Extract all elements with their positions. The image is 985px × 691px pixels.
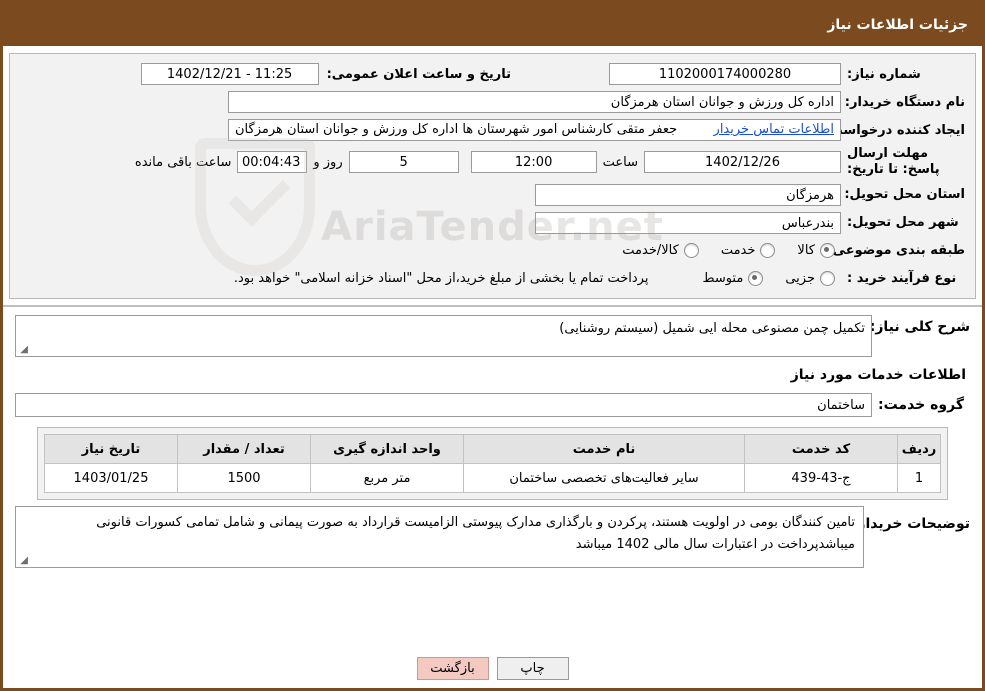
buyer-org-label: نام دستگاه خریدار: <box>844 94 965 110</box>
requester-value: جعفر متقی کارشناس امور شهرستان ها اداره … <box>235 122 678 137</box>
back-button[interactable]: بازگشت <box>416 657 489 680</box>
table-row: 1 ج-43-439 سایر فعالیت‌های تخصصی ساختمان… <box>44 463 941 493</box>
cell-unit: متر مربع <box>310 463 464 493</box>
purchase-type-radio-group: جزیی متوسط <box>684 271 835 286</box>
row-province: استان محل تحویل: هرمزگان <box>20 183 965 207</box>
radio-icon[interactable] <box>748 271 764 286</box>
page-header: جزئیات اطلاعات نیاز <box>3 3 982 46</box>
summary-textarea[interactable]: تکمیل چمن مصنوعی محله ایی شمیل (سیستم رو… <box>15 315 872 357</box>
buyer-notes-label: توضیحات خریدار: <box>851 516 970 532</box>
province-label: استان محل تحویل: <box>844 187 965 202</box>
province-value: هرمزگان <box>535 183 841 206</box>
deadline-time-value: 12:00 <box>470 151 597 174</box>
buyer-notes-textarea[interactable]: تامین کنندگان بومی در اولویت هستند، پرکر… <box>15 506 864 568</box>
row-need-number: شماره نیاز: 1102000174000280 تاریخ و ساع… <box>20 62 965 86</box>
row-requester: ایجاد کننده درخواست: اطلاعات تماس خریدار… <box>20 118 965 142</box>
row-buyer-org: نام دستگاه خریدار: اداره کل ورزش و جوانا… <box>20 90 965 114</box>
page-title: جزئیات اطلاعات نیاز <box>827 16 968 33</box>
page-root: جزئیات اطلاعات نیاز AriaTender.net شماره… <box>0 0 985 691</box>
category-option-label: کالا <box>797 243 815 258</box>
radio-icon[interactable] <box>820 243 835 258</box>
cell-row: 1 <box>897 463 941 493</box>
row-city: شهر محل تحویل: بندرعباس <box>20 211 965 235</box>
announce-datetime-label: تاریخ و ساعت اعلان عمومی: <box>326 66 511 82</box>
row-buyer-notes: توضیحات خریدار: تامین کنندگان بومی در او… <box>15 506 970 568</box>
category-option-kala-khedmat[interactable]: کالا/خدمت <box>622 243 699 258</box>
resize-grip-icon[interactable]: ◢ <box>18 556 28 566</box>
th-unit: واحد اندازه گیری <box>310 434 464 464</box>
cell-name: سایر فعالیت‌های تخصصی ساختمان <box>463 463 745 493</box>
services-info-title: اطلاعات خدمات مورد نیاز <box>790 367 966 383</box>
buyer-notes-text: تامین کنندگان بومی در اولویت هستند، پرکر… <box>96 515 855 553</box>
category-option-label: کالا/خدمت <box>622 243 679 258</box>
table-header-row: ردیف کد خدمت نام خدمت واحد اندازه گیری ت… <box>44 434 941 464</box>
summary-label: شرح کلی نیاز: <box>869 319 970 335</box>
row-purchase-type: نوع فرآیند خرید : جزیی متوسط پرداخت تمام… <box>20 267 965 291</box>
th-name: نام خدمت <box>463 434 745 464</box>
purchase-note: پرداخت تمام یا بخشی از مبلغ خرید،از محل … <box>233 271 649 286</box>
buyer-contact-link[interactable]: اطلاعات تماس خریدار <box>714 120 834 140</box>
services-table: ردیف کد خدمت نام خدمت واحد اندازه گیری ت… <box>44 434 941 493</box>
services-table-panel: ردیف کد خدمت نام خدمت واحد اندازه گیری ت… <box>37 427 948 500</box>
category-label: طبقه بندی موضوعی: <box>827 243 965 258</box>
city-label: شهر محل تحویل: <box>847 215 959 230</box>
radio-icon[interactable] <box>820 271 835 286</box>
th-date: تاریخ نیاز <box>44 434 178 464</box>
purchase-type-option-label: متوسط <box>702 271 744 286</box>
cell-code: ج-43-439 <box>744 463 898 493</box>
purchase-type-option-motavaset[interactable]: متوسط <box>702 271 764 286</box>
hour-label: ساعت <box>602 154 638 170</box>
buyer-org-value: اداره کل ورزش و جوانان استان هرمزگان <box>228 91 841 113</box>
deadline-date-value: 1402/12/26 <box>644 151 841 174</box>
th-code: کد خدمت <box>744 434 898 464</box>
purchase-type-option-jozee[interactable]: جزیی <box>785 271 835 286</box>
print-button[interactable]: چاپ <box>496 657 569 680</box>
resize-grip-icon[interactable]: ◢ <box>18 345 28 355</box>
radio-icon[interactable] <box>760 243 776 258</box>
purchase-type-option-label: جزیی <box>785 271 815 286</box>
city-value: بندرعباس <box>535 211 841 234</box>
remaining-label: ساعت باقی مانده <box>134 154 232 170</box>
need-number-value: 1102000174000280 <box>609 63 841 85</box>
days-label: روز و <box>313 154 343 170</box>
announce-datetime-value: 11:25 - 1402/12/21 <box>140 63 319 85</box>
service-group-label: گروه خدمت: <box>878 397 964 413</box>
category-radio-group: کالا خدمت کالا/خدمت <box>604 243 835 258</box>
radio-icon[interactable] <box>683 243 699 258</box>
footer-actions: چاپ بازگشت <box>3 657 982 680</box>
deadline-label: مهلت ارسال پاسخ: تا تاریخ: <box>847 146 940 178</box>
remaining-time-value: 00:04:43 <box>237 151 308 174</box>
need-number-label: شماره نیاز: <box>847 66 921 82</box>
category-option-khedmat[interactable]: خدمت <box>721 243 776 258</box>
row-summary: شرح کلی نیاز: تکمیل چمن مصنوعی محله ایی … <box>15 315 970 357</box>
requester-label: ایجاد کننده درخواست: <box>824 122 965 138</box>
row-deadline: مهلت ارسال پاسخ: تا تاریخ: 1402/12/26 سا… <box>20 146 965 179</box>
category-option-label: خدمت <box>720 243 756 258</box>
summary-value: تکمیل چمن مصنوعی محله ایی شمیل (سیستم رو… <box>559 321 865 336</box>
row-service-group: گروه خدمت: ساختمان <box>15 393 970 417</box>
requester-value-box: اطلاعات تماس خریدار جعفر متقی کارشناس ام… <box>228 119 841 141</box>
category-option-kala[interactable]: کالا <box>797 243 835 258</box>
cell-date: 1403/01/25 <box>44 463 178 493</box>
need-details-section: شرح کلی نیاز: تکمیل چمن مصنوعی محله ایی … <box>3 307 982 417</box>
cell-qty: 1500 <box>177 463 311 493</box>
th-qty: تعداد / مقدار <box>177 434 311 464</box>
purchase-type-label: نوع فرآیند خرید : <box>847 271 957 286</box>
need-info-panel: AriaTender.net شماره نیاز: 1102000174000… <box>9 53 976 299</box>
service-group-value: ساختمان <box>15 393 872 417</box>
remaining-days-value: 5 <box>348 151 459 174</box>
row-category: طبقه بندی موضوعی: کالا خدمت کالا/خدمت <box>20 239 965 263</box>
th-row: ردیف <box>897 434 941 464</box>
